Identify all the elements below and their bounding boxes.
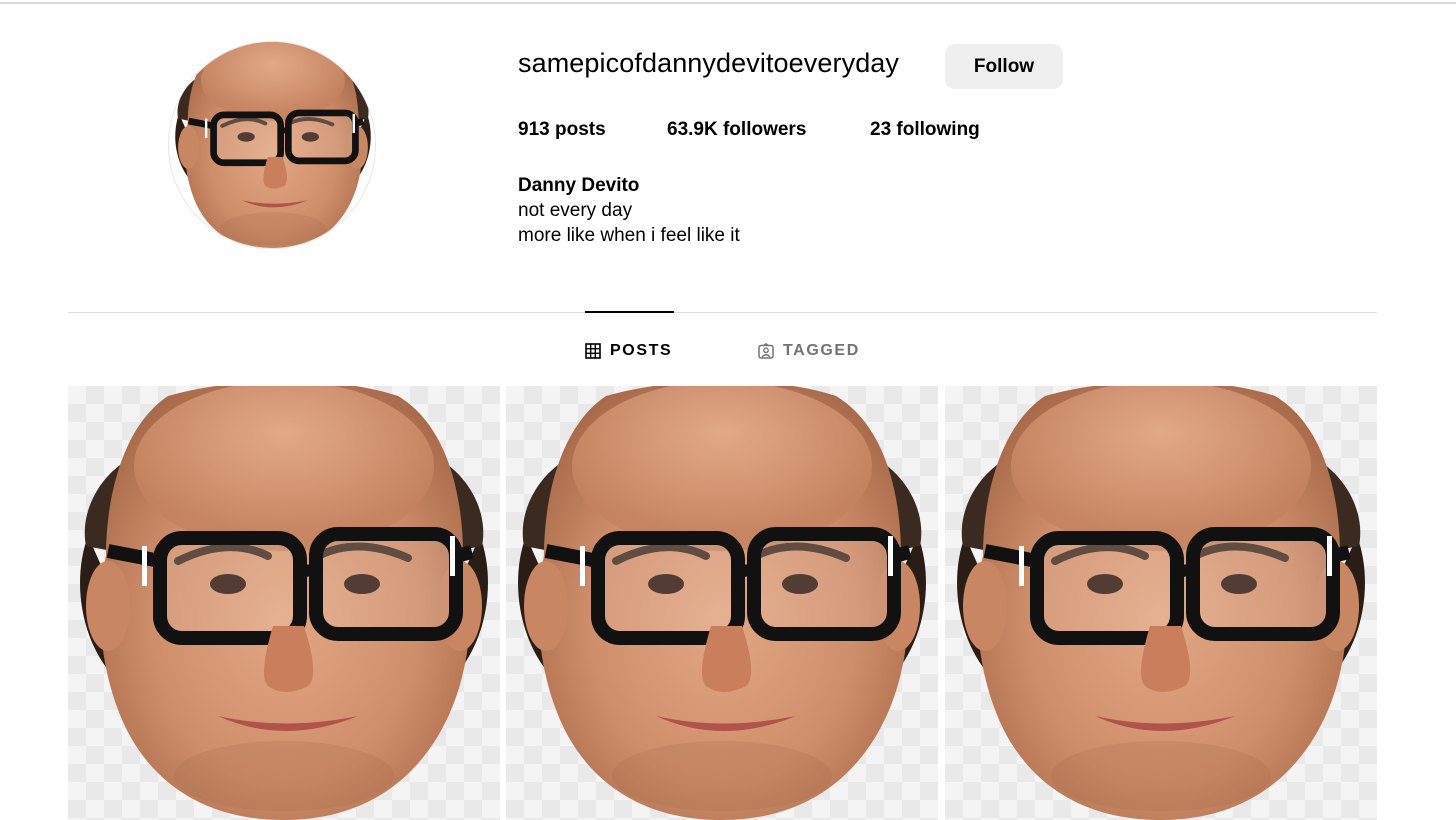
profile-avatar[interactable] [168,41,376,249]
post-face-image [68,386,500,820]
following-stat[interactable]: 23 following [870,119,980,141]
tab-tagged-label: TAGGED [783,342,860,359]
posts-label: posts [554,119,606,140]
bio-line-1: not every day [518,200,633,221]
tab-tagged[interactable]: TAGGED [758,340,860,362]
tab-posts[interactable]: POSTS [585,340,672,362]
bio-name: Danny Devito [518,175,640,196]
posts-stat: 913 posts [518,119,606,141]
active-tab-indicator [585,311,674,313]
post-face-image [506,386,938,820]
post-face-image [945,386,1377,820]
following-count: 23 [870,119,892,140]
profile-username: samepicofdannydevitoeveryday [518,48,900,78]
grid-icon [585,343,601,359]
followers-label: followers [722,119,807,140]
post-tile[interactable] [68,386,500,820]
followers-stat[interactable]: 63.9K followers [667,119,806,141]
post-tile[interactable] [506,386,938,820]
tagged-user-icon [758,342,774,359]
tabs-divider [68,312,1377,313]
tab-posts-label: POSTS [610,342,673,359]
followers-count: 63.9K [667,119,718,140]
posts-count: 913 [518,119,550,140]
bio-line-2: more like when i feel like it [518,225,740,246]
avatar-face-image [169,42,375,248]
following-label: following [896,119,980,140]
profile-bio: Danny Devito not every day more like whe… [518,173,740,248]
posts-grid [68,386,1377,820]
follow-button[interactable]: Follow [945,44,1063,89]
post-tile[interactable] [945,386,1377,820]
top-divider [0,2,1456,4]
